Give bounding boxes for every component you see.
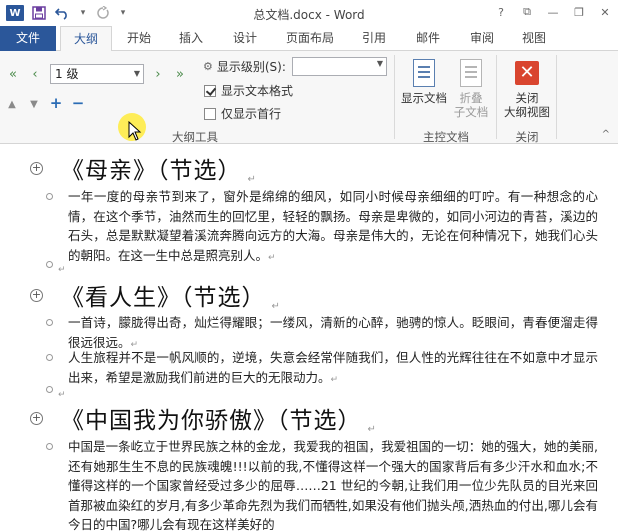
outline-heading[interactable]: + 《看人生》（节选） ↵ — [30, 278, 280, 312]
promote-icon[interactable]: ‹ — [27, 66, 43, 82]
ribbon-tabs: 文件 大纲 开始 插入 设计 页面布局 引用 邮件 审阅 视图 — [0, 26, 618, 52]
show-text-format-checkbox[interactable]: 显示文本格式 — [204, 82, 293, 99]
group-divider — [394, 55, 395, 139]
outline-body-paragraph[interactable]: 一年一度的母亲节到来了，窗外是绵绵的细风，如同小时候母亲细细的叮咛。有一种想念的… — [46, 187, 598, 268]
paragraph-mark-icon: ↵ — [330, 374, 339, 385]
restore-button[interactable]: ❐ — [566, 0, 592, 24]
mouse-pointer-icon — [128, 121, 142, 141]
tab-page-layout[interactable]: 页面布局 — [276, 26, 344, 51]
tab-view[interactable]: 视图 — [510, 26, 558, 51]
outline-body-paragraph[interactable]: 人生旅程并不是一帆风顺的，逆境，失意会经常伴随我们，但人性的光辉往往在不如意中才… — [46, 348, 598, 390]
expand-heading-icon[interactable]: + — [30, 161, 43, 175]
paragraph-mark-icon: ↵ — [271, 301, 280, 312]
paragraph-text: 一年一度的母亲节到来了，窗外是绵绵的细风，如同小时候母亲细细的叮咛。有一种想念的… — [68, 189, 598, 263]
paragraph-mark-icon: ↵ — [247, 174, 256, 185]
group-divider — [556, 55, 557, 139]
show-level-row: ⚙ 显示级别(S): — [203, 58, 286, 75]
tab-insert[interactable]: 插入 — [166, 26, 216, 51]
close-outline-label-2: 大纲视图 — [504, 105, 550, 119]
show-document-label: 显示文档 — [401, 91, 447, 105]
ribbon-outline: « ‹ 1 级 ▼ › » ▲ ▼ + − ⚙ 显示级别(S): ▼ 显示文本格… — [0, 51, 618, 144]
first-line-only-label: 仅显示首行 — [221, 107, 282, 121]
outline-level-value: 1 级 — [55, 67, 79, 81]
show-level-label: 显示级别(S): — [216, 60, 286, 74]
window-controls: ? ⧉ — ❐ ✕ — [488, 0, 618, 24]
minimize-button[interactable]: — — [540, 0, 566, 24]
paragraph-mark-icon: ↵ — [58, 265, 66, 275]
group-outline-tools-label: 大纲工具 — [172, 130, 218, 144]
demote-icon[interactable]: › — [150, 66, 166, 82]
body-text-bullet-icon — [46, 354, 53, 361]
checkbox-unchecked-icon[interactable] — [204, 107, 216, 120]
tab-review[interactable]: 审阅 — [458, 26, 506, 51]
document-area[interactable]: + 《母亲》（节选） ↵ 一年一度的母亲节到来了，窗外是绵绵的细风，如同小时候母… — [0, 145, 618, 532]
outline-heading[interactable]: + 《中国我为你骄傲》（节选） ↵ — [30, 401, 376, 435]
promote-to-heading1-icon[interactable]: « — [5, 66, 21, 82]
first-line-only-checkbox[interactable]: 仅显示首行 — [204, 105, 281, 122]
show-document-icon — [413, 59, 435, 87]
expand-heading-icon[interactable]: + — [30, 411, 43, 425]
collapse-subdocuments-icon — [460, 59, 482, 87]
outline-level-select[interactable]: 1 级 ▼ — [50, 64, 144, 84]
tab-home[interactable]: 开始 — [114, 26, 164, 51]
close-outline-label-1: 关闭 — [515, 91, 539, 105]
paragraph-text: 一首诗，朦胧得出奇，灿烂得耀眼；一缕风，清新的心醉，驰骋的惊人。眨眼间，青春便溜… — [68, 315, 598, 350]
empty-paragraph[interactable]: ↵ — [46, 386, 66, 400]
show-level-icon: ⚙ — [203, 60, 213, 73]
empty-paragraph[interactable]: ↵ — [46, 261, 66, 275]
tab-file[interactable]: 文件 — [0, 26, 56, 51]
paragraph-mark-icon: ↵ — [58, 390, 66, 400]
group-master-document-label: 主控文档 — [423, 130, 469, 144]
demote-to-body-text-icon[interactable]: » — [172, 66, 188, 82]
ribbon-display-options-button[interactable]: ⧉ — [514, 0, 540, 24]
group-divider — [496, 55, 497, 139]
expand-icon[interactable]: + — [48, 94, 64, 112]
heading-text: 《中国我为你骄傲》（节选） — [61, 408, 362, 434]
heading-text: 《看人生》（节选） — [61, 285, 266, 311]
show-text-format-label: 显示文本格式 — [221, 84, 294, 98]
help-button[interactable]: ? — [488, 0, 514, 24]
close-outline-view-button[interactable]: ✕ 关闭 大纲视图 — [500, 61, 554, 119]
tab-outline[interactable]: 大纲 — [60, 26, 112, 52]
collapse-sub-label-2: 子文档 — [453, 105, 489, 119]
body-text-bullet-icon — [46, 261, 53, 268]
body-text-bullet-icon — [46, 443, 53, 450]
title-bar: W ▾ ▾ 总文档.docx - Word ? ⧉ — ❐ ✕ — [0, 0, 618, 26]
group-close-label: 关闭 — [515, 130, 539, 144]
expand-heading-icon[interactable]: + — [30, 288, 43, 302]
paragraph-mark-icon: ↵ — [367, 424, 376, 435]
tab-design[interactable]: 设计 — [220, 26, 270, 51]
chevron-down-icon: ▼ — [133, 69, 140, 78]
move-down-icon[interactable]: ▼ — [26, 96, 42, 112]
collapse-icon[interactable]: − — [70, 94, 86, 112]
paragraph-mark-icon: ↵ — [268, 252, 276, 263]
close-window-button[interactable]: ✕ — [592, 0, 618, 24]
show-document-button[interactable]: 显示文档 — [398, 59, 450, 105]
tab-mailings[interactable]: 邮件 — [404, 26, 452, 51]
paragraph-text: 中国是一条屹立于世界民族之林的金龙，我爱我的祖国，我爱祖国的一切：她的强大，她的… — [68, 439, 598, 532]
outline-body-paragraph[interactable]: 中国是一条屹立于世界民族之林的金龙，我爱我的祖国，我爱祖国的一切：她的强大，她的… — [46, 437, 598, 532]
checkbox-checked-icon[interactable] — [204, 84, 216, 97]
body-text-bullet-icon — [46, 386, 53, 393]
outline-heading[interactable]: + 《母亲》（节选） ↵ — [30, 151, 256, 185]
close-icon: ✕ — [515, 61, 539, 85]
tab-references[interactable]: 引用 — [350, 26, 398, 51]
collapse-ribbon-icon[interactable]: ^ — [602, 129, 610, 140]
show-level-select[interactable]: ▼ — [292, 57, 387, 76]
move-up-icon[interactable]: ▲ — [4, 96, 20, 112]
chevron-down-icon: ▼ — [376, 59, 383, 68]
heading-text: 《母亲》（节选） — [61, 158, 242, 184]
body-text-bullet-icon — [46, 193, 53, 200]
body-text-bullet-icon — [46, 319, 53, 326]
collapse-sub-label-1: 折叠 — [459, 91, 483, 105]
collapse-subdocuments-button[interactable]: 折叠 子文档 — [450, 59, 492, 119]
